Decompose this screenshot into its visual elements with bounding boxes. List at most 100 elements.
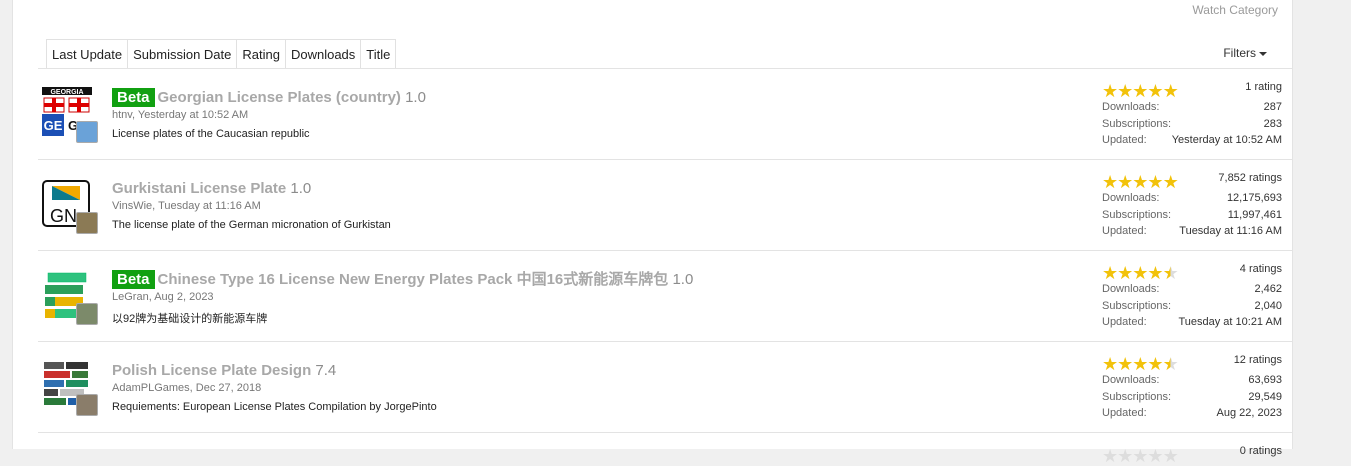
tab-last-update[interactable]: Last Update (46, 39, 129, 69)
subscriptions-value: 2,040 (1254, 300, 1282, 312)
item-description: The license plate of the German micronat… (112, 219, 391, 231)
item-info: Gurkistani License Plate 1.0 VinsWie, Tu… (112, 180, 391, 231)
svg-text:GE: GE (44, 118, 63, 133)
svg-text:GN: GN (50, 206, 77, 226)
star-icon: ★ (1117, 446, 1133, 466)
filters-label: Filters (1223, 46, 1256, 60)
star-icon: ★ (1162, 172, 1179, 192)
star-icon: ★ (1147, 263, 1163, 283)
rating-count: 7,852 ratings (1218, 172, 1282, 184)
sub-thumb-icon (76, 394, 98, 416)
svg-text:GEORGIA: GEORGIA (50, 89, 83, 96)
item-date: Aug 2, 2023 (154, 291, 214, 303)
star-icon: ★ (1147, 446, 1163, 466)
item-title-link[interactable]: Georgian License Plates (country) (158, 89, 401, 106)
tab-title[interactable]: Title (360, 39, 397, 69)
author-link[interactable]: VinsWie (112, 200, 152, 212)
rating-stars: ★★★★★ (1102, 354, 1179, 374)
polish-plates-icon[interactable] (42, 360, 98, 416)
star-icon: ★ (1132, 263, 1148, 283)
star-icon: ★ (1102, 81, 1118, 101)
updated-label: Updated: (1102, 407, 1147, 419)
resource-list: GEORGIA GE GE BetaGeorgian License Plate… (38, 68, 1292, 465)
gn-plate-icon[interactable]: GN (42, 178, 98, 234)
star-icon: ★ (1132, 354, 1148, 374)
item-version: 1.0 (405, 89, 426, 106)
subscriptions-value: 29,549 (1248, 391, 1282, 403)
item-title-link[interactable]: Chinese Type 16 License New Energy Plate… (158, 271, 669, 288)
star-icon: ★ (1117, 81, 1133, 101)
downloads-value: 12,175,693 (1226, 192, 1282, 204)
list-item: GEORGIA GE GE BetaGeorgian License Plate… (38, 69, 1292, 160)
item-title-link[interactable]: Gurkistani License Plate (112, 180, 286, 197)
updated-value: Tuesday at 10:21 AM (1178, 316, 1282, 328)
rating-stars: ★★★★★ (1102, 172, 1179, 192)
star-icon: ★ (1147, 172, 1163, 192)
downloads-value: 287 (1263, 101, 1282, 113)
downloads-value: 2,462 (1254, 283, 1282, 295)
chinese-plates-icon[interactable] (42, 269, 98, 325)
georgia-plate-icon[interactable]: GEORGIA GE GE (42, 87, 98, 143)
item-version: 1.0 (672, 271, 694, 288)
item-info: Beta Georgian License Plates (country) 1.… (112, 88, 426, 140)
beta-badge: Beta (112, 270, 155, 289)
star-icon: ★ (1147, 354, 1163, 374)
subscriptions-label: Subscriptions: (1102, 391, 1172, 403)
tab-submission-date[interactable]: Submission Date (127, 39, 238, 69)
list-item: Beta Chinese Type 16 License New Energy P… (38, 251, 1292, 342)
rating-count: 0 ratings (1239, 445, 1282, 457)
star-icon: ★ (1132, 81, 1148, 101)
updated-label: Updated: (1102, 134, 1147, 146)
item-date: Dec 27, 2018 (195, 382, 262, 394)
star-icon: ★ (1102, 172, 1118, 192)
sub-thumb-icon (76, 212, 98, 234)
list-item: ★★★★★ 0 ratings (38, 433, 1292, 465)
sub-thumb-icon (76, 303, 98, 325)
item-date: Tuesday at 11:16 AM (158, 200, 261, 212)
sort-tabs: Last Update Submission Date Rating Downl… (46, 39, 397, 69)
downloads-label: Downloads: (1102, 192, 1160, 204)
rating-count: 1 rating (1245, 81, 1282, 93)
star-icon: ★ (1102, 263, 1118, 283)
subscriptions-label: Subscriptions: (1102, 209, 1172, 221)
rating-count: 12 ratings (1233, 354, 1282, 366)
downloads-label: Downloads: (1102, 283, 1160, 295)
list-item: GN Gurkistani License Plate 1.0 VinsWie,… (38, 160, 1292, 251)
rating-stars: ★★★★★ (1102, 81, 1179, 101)
author-link[interactable]: AdamPLGames (112, 382, 190, 394)
subscriptions-label: Subscriptions: (1102, 118, 1172, 130)
item-info: Polish License Plate Design 7.4 AdamPLGa… (112, 362, 437, 413)
star-icon: ★ (1102, 446, 1118, 466)
watch-category-link[interactable]: Watch Category (1192, 3, 1278, 17)
star-icon: ★ (1117, 354, 1133, 374)
downloads-value: 63,693 (1248, 374, 1282, 386)
subscriptions-label: Subscriptions: (1102, 300, 1172, 312)
updated-value: Yesterday at 10:52 AM (1171, 134, 1282, 146)
author-link[interactable]: htnv (112, 109, 132, 121)
author-link[interactable]: LeGran (112, 291, 149, 303)
tab-rating[interactable]: Rating (236, 39, 286, 69)
resource-list-panel: Watch Category Last Update Submission Da… (12, 0, 1293, 465)
star-icon: ★ (1162, 446, 1179, 466)
left-edge (0, 0, 6, 449)
star-icon: ★ (1147, 81, 1163, 101)
tab-downloads[interactable]: Downloads (284, 39, 362, 69)
beta-badge: Beta (112, 88, 155, 107)
rating-stars: ★★★★★ (1102, 446, 1179, 466)
star-icon: ★ (1162, 263, 1179, 283)
downloads-label: Downloads: (1102, 374, 1160, 386)
sub-thumb-icon (76, 121, 98, 143)
item-version: 7.4 (315, 362, 337, 379)
star-icon: ★ (1132, 446, 1148, 466)
updated-label: Updated: (1102, 225, 1147, 237)
list-item: Polish License Plate Design 7.4 AdamPLGa… (38, 342, 1292, 433)
item-date: Yesterday at 10:52 AM (137, 109, 249, 121)
star-icon: ★ (1162, 354, 1179, 374)
star-icon: ★ (1102, 354, 1118, 374)
downloads-label: Downloads: (1102, 101, 1160, 113)
item-description: 以92牌为基础设计的新能源车牌 (112, 313, 268, 325)
filters-dropdown[interactable]: Filters (1223, 46, 1267, 60)
item-title-link[interactable]: Polish License Plate Design (112, 362, 311, 379)
updated-value: Tuesday at 11:16 AM (1179, 225, 1282, 237)
star-icon: ★ (1132, 172, 1148, 192)
